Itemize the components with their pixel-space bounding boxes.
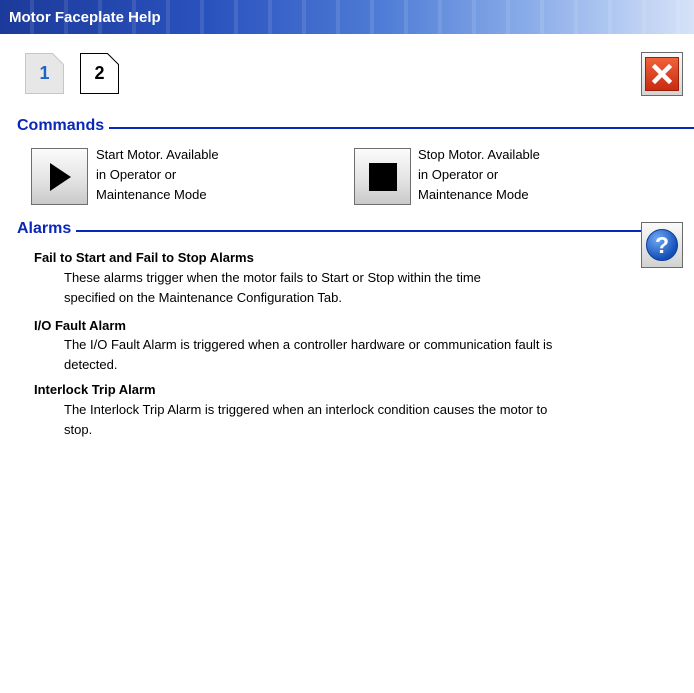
- alarm-description-line: These alarms trigger when the motor fail…: [64, 270, 481, 285]
- help-window: Motor Faceplate Help 1 2 Commands Start …: [0, 0, 694, 693]
- alarm-description: The Interlock Trip Alarm is triggered wh…: [64, 400, 684, 440]
- tab-page-1-label: 1: [39, 63, 50, 83]
- page-corner-icon: [52, 53, 64, 65]
- commands-divider: [20, 127, 694, 129]
- alarm-description-line: stop.: [64, 422, 93, 437]
- alarm-description: The I/O Fault Alarm is triggered when a …: [64, 335, 684, 375]
- tab-page-1[interactable]: 1: [25, 53, 64, 94]
- help-icon: ?: [646, 229, 678, 261]
- start-motor-line: Start Motor. Available: [96, 147, 219, 162]
- window-title: Motor Faceplate Help: [9, 9, 161, 26]
- alarms-heading: Alarms: [17, 220, 77, 238]
- alarms-divider: [20, 230, 642, 232]
- page-corner-icon: [107, 53, 119, 65]
- start-motor-line: in Operator or: [96, 167, 177, 182]
- alarm-description-line: detected.: [64, 357, 118, 372]
- alarm-title: Interlock Trip Alarm: [34, 382, 156, 397]
- tab-page-2[interactable]: 2: [80, 53, 119, 94]
- alarm-description-line: The I/O Fault Alarm is triggered when a …: [64, 337, 553, 352]
- close-button[interactable]: [641, 52, 683, 96]
- start-motor-description: Start Motor. Available in Operator or Ma…: [96, 145, 276, 205]
- close-icon: [645, 57, 679, 91]
- alarm-title: Fail to Start and Fail to Stop Alarms: [34, 250, 254, 265]
- alarm-title: I/O Fault Alarm: [34, 318, 126, 333]
- stop-icon: [368, 162, 397, 191]
- stop-motor-description: Stop Motor. Available in Operator or Mai…: [418, 145, 598, 205]
- start-motor-button[interactable]: [31, 148, 88, 205]
- alarm-description: These alarms trigger when the motor fail…: [64, 268, 684, 308]
- stop-motor-line: Stop Motor. Available: [418, 147, 540, 162]
- alarm-description-line: The Interlock Trip Alarm is triggered wh…: [64, 402, 548, 417]
- stop-motor-line: Maintenance Mode: [418, 187, 529, 202]
- play-icon: [49, 162, 71, 191]
- tab-page-2-label: 2: [94, 63, 105, 83]
- commands-heading: Commands: [17, 117, 110, 135]
- start-motor-line: Maintenance Mode: [96, 187, 207, 202]
- stop-motor-line: in Operator or: [418, 167, 499, 182]
- stop-motor-button[interactable]: [354, 148, 411, 205]
- title-bar: Motor Faceplate Help: [0, 0, 694, 34]
- alarm-description-line: specified on the Maintenance Configurati…: [64, 290, 343, 305]
- help-button[interactable]: ?: [641, 222, 683, 268]
